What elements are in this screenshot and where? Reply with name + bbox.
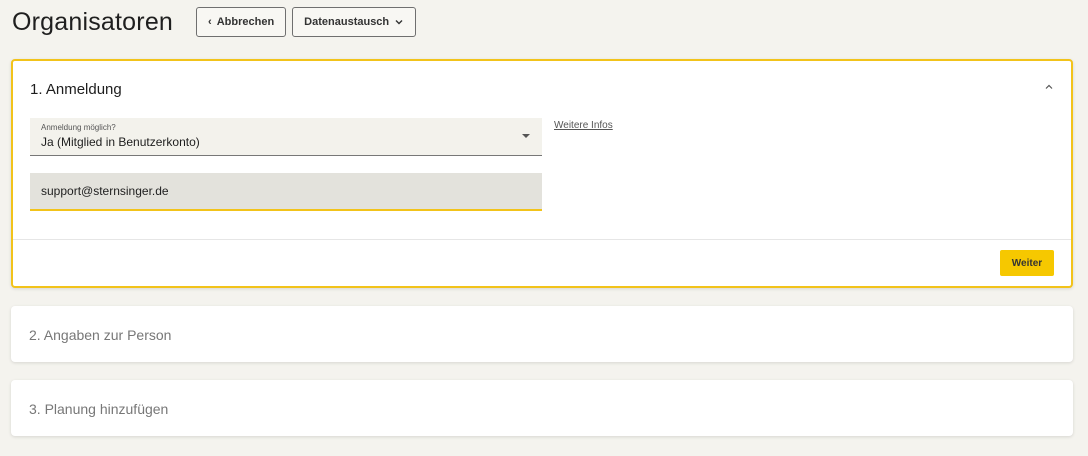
- registration-select[interactable]: Anmeldung möglich? Ja (Mitglied in Benut…: [30, 118, 542, 156]
- step-1-title[interactable]: 1. Anmeldung: [30, 81, 122, 98]
- chevron-up-icon[interactable]: [1043, 81, 1055, 93]
- step-1-panel: 1. Anmeldung Anmeldung möglich? Ja (Mitg…: [11, 59, 1073, 288]
- page-title: Organisatoren: [12, 7, 174, 36]
- step-3-panel[interactable]: 3. Planung hinzufügen: [11, 380, 1073, 436]
- more-info-link[interactable]: Weitere Infos: [554, 120, 613, 131]
- email-input[interactable]: [41, 184, 521, 198]
- data-exchange-button-label: Datenaustausch: [304, 16, 390, 28]
- step-2-title: 2. Angaben zur Person: [29, 327, 172, 343]
- cancel-button-label: Abbrechen: [216, 16, 275, 28]
- email-field[interactable]: [30, 173, 542, 211]
- data-exchange-button[interactable]: Datenaustausch: [292, 7, 417, 37]
- dropdown-arrow-icon: [522, 134, 530, 138]
- step-3-title: 3. Planung hinzufügen: [29, 401, 169, 417]
- chevron-down-icon: [395, 20, 403, 25]
- registration-select-label: Anmeldung möglich?: [41, 123, 116, 132]
- page-header: Organisatoren ‹ Abbrechen Datenaustausch: [12, 4, 422, 40]
- step-2-panel[interactable]: 2. Angaben zur Person: [11, 306, 1073, 362]
- cancel-button[interactable]: ‹ Abbrechen: [196, 7, 287, 37]
- next-button[interactable]: Weiter: [1000, 250, 1054, 276]
- divider: [13, 239, 1071, 240]
- registration-select-value: Ja (Mitglied in Benutzerkonto): [41, 135, 200, 149]
- chevron-left-icon: ‹: [208, 16, 212, 28]
